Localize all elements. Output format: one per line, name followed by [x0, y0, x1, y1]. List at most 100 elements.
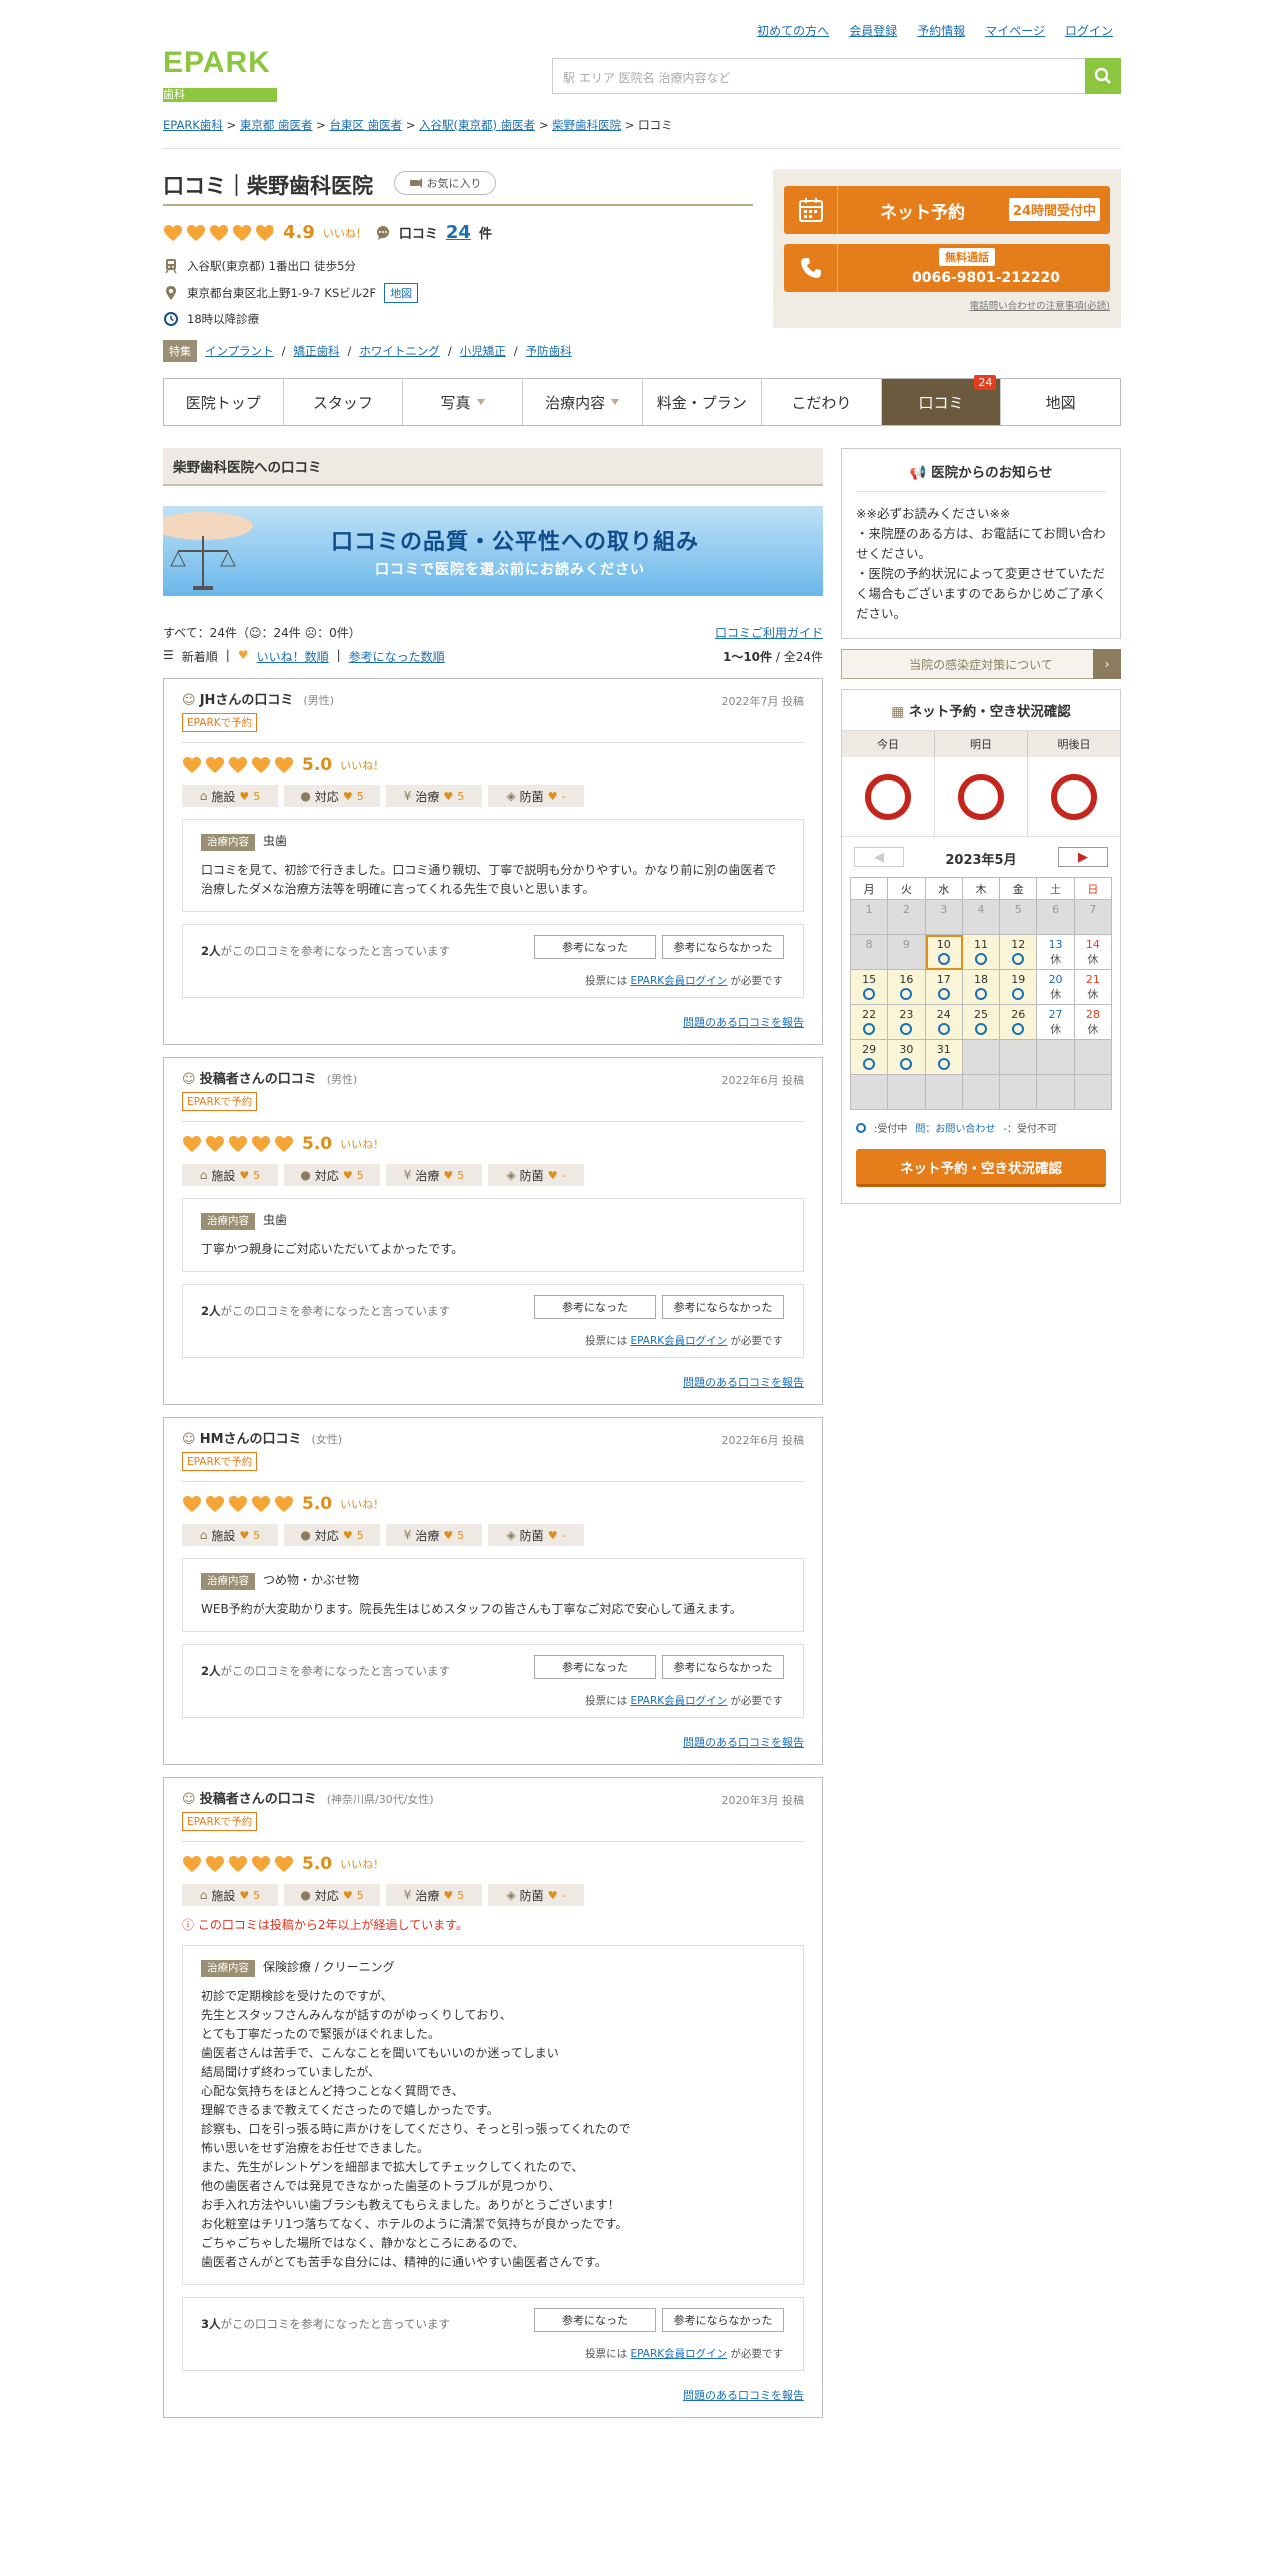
tab-map[interactable]: 地図 — [1001, 379, 1120, 425]
breadcrumb-link[interactable]: 入谷駅(東京都) 歯医者 — [419, 118, 535, 132]
calendar-day[interactable]: 10 — [925, 935, 963, 970]
sub-rating: ⌂ 施設 ♥ 5 — [182, 1164, 278, 1186]
favorite-button[interactable]: お気に入り — [394, 171, 496, 195]
sort-newest[interactable]: 新着順 — [182, 648, 218, 665]
calendar-day[interactable]: 22 — [851, 1005, 889, 1040]
tab-treatment[interactable]: 治療内容 — [523, 379, 643, 425]
sub-rating: ¥ 治療 ♥ 5 — [386, 785, 482, 807]
calendar-day[interactable]: 12 — [1000, 935, 1038, 970]
report-link[interactable]: 問題のある口コミを報告 — [182, 1374, 804, 1390]
day-status: 休 — [1050, 1023, 1062, 1036]
review-count-link[interactable]: 24 — [446, 222, 471, 243]
helpful-yes-button[interactable]: 参考になった — [534, 2308, 656, 2332]
login-link[interactable]: EPARK会員ログイン — [630, 2348, 727, 2360]
day-status: 休 — [1087, 953, 1099, 966]
tab-commitment[interactable]: こだわり — [762, 379, 882, 425]
search-input[interactable]: 駅 エリア 医院名 治療内容など — [552, 58, 1121, 94]
calendar-day[interactable]: 11 — [962, 935, 1001, 970]
search-button[interactable] — [1085, 58, 1121, 94]
feature-link[interactable]: 予防歯科 — [526, 343, 572, 359]
sub-rating-label: 治療 — [415, 1528, 440, 1543]
epark-logo[interactable]: EPARK 歯科 — [163, 48, 277, 102]
sub-rating: ● 対応 ♥ 5 — [284, 785, 380, 807]
tab-staff[interactable]: スタッフ — [284, 379, 404, 425]
helpful-no-button[interactable]: 参考にならなかった — [662, 1655, 784, 1679]
tab-pricing[interactable]: 料金・プラン — [643, 379, 763, 425]
review-card: ☺ JHさんの口コミ (男性) 2022年7月 投稿 EPARKで予約 5.0 いいね！ ⌂… — [163, 678, 823, 1045]
phone-button[interactable]: 無料通話 0066-9801-212220 — [784, 244, 1110, 292]
login-link[interactable]: EPARK会員ログイン — [630, 1335, 727, 1347]
day-number: 5 — [1014, 903, 1022, 916]
avail-tomorrow[interactable] — [935, 757, 1028, 836]
caret-down-icon — [476, 399, 485, 405]
breadcrumb-link[interactable]: 東京都 歯医者 — [240, 118, 313, 132]
report-link[interactable]: 問題のある口コミを報告 — [182, 2387, 804, 2403]
link-reservations[interactable]: 予約情報 — [917, 22, 965, 39]
calendar-day[interactable]: 15 — [851, 970, 889, 1005]
calendar-day[interactable]: 17 — [925, 970, 963, 1005]
calendar-day: 5 — [1000, 900, 1038, 935]
map-button[interactable]: 地図 — [384, 283, 419, 303]
breadcrumb-link[interactable]: 台東区 歯医者 — [329, 118, 402, 132]
calendar-day — [962, 1075, 1001, 1110]
feature-link[interactable]: 矯正歯科 — [294, 343, 340, 359]
link-first-time[interactable]: 初めての方へ — [757, 22, 829, 39]
feature-link[interactable]: 小児矯正 — [460, 343, 506, 359]
helpful-no-button[interactable]: 参考にならなかった — [662, 1295, 784, 1319]
calendar-day[interactable]: 26 — [1000, 1005, 1038, 1040]
calendar-day[interactable]: 23 — [888, 1005, 926, 1040]
sort-helpful[interactable]: 参考になった数順 — [349, 648, 445, 665]
avail-today[interactable] — [842, 757, 935, 836]
heart-icon — [206, 1496, 224, 1512]
review-rating: 5.0 いいね！ — [182, 1134, 804, 1154]
day-number: 6 — [1052, 903, 1060, 916]
feature-tags: 特集 インプラント / 矯正歯科 / ホワイトニング / 小児矯正 / 予防歯科 — [163, 340, 572, 362]
report-link[interactable]: 問題のある口コミを報告 — [182, 1734, 804, 1750]
report-link[interactable]: 問題のある口コミを報告 — [182, 1014, 804, 1030]
sub-rating: ¥ 治療 ♥ 5 — [386, 1524, 482, 1546]
net-booking-button[interactable]: ネット予約 24時間受付中 — [784, 186, 1110, 234]
breadcrumb-link[interactable]: 柴野歯科医院 — [552, 118, 621, 132]
link-register[interactable]: 会員登録 — [849, 22, 897, 39]
tab-top[interactable]: 医院トップ — [164, 379, 284, 425]
calendar-day[interactable]: 24 — [925, 1005, 963, 1040]
calendar-day[interactable]: 16 — [888, 970, 926, 1005]
calendar-day[interactable]: 25 — [962, 1005, 1001, 1040]
calendar-day[interactable]: 19 — [1000, 970, 1038, 1005]
day-number: 7 — [1089, 903, 1097, 916]
feature-link[interactable]: ホワイトニング — [359, 343, 440, 359]
calendar-booking-button[interactable]: ネット予約・空き状況確認 — [856, 1149, 1106, 1187]
login-link[interactable]: EPARK会員ログイン — [630, 1695, 727, 1707]
sort-likes[interactable]: いいね！数順 — [257, 648, 329, 665]
calendar-day[interactable]: 30 — [888, 1040, 926, 1075]
helpful-yes-button[interactable]: 参考になった — [534, 1295, 656, 1319]
sub-rating-label: 対応 — [314, 1528, 339, 1543]
phone-note-link[interactable]: 電話問い合わせの注意事項(必読) — [784, 298, 1110, 312]
quality-banner[interactable]: 口コミの品質・公平性への取り組み 口コミで医院を選ぶ前にお読みください — [163, 506, 823, 596]
helpful-yes-button[interactable]: 参考になった — [534, 935, 656, 959]
review-guide-link[interactable]: 口コミご利用ガイド — [715, 624, 823, 641]
link-mypage[interactable]: マイページ — [985, 22, 1045, 39]
infection-control-link[interactable]: 当院の感染症対策について › — [841, 649, 1121, 679]
feature-link[interactable]: インプラント — [205, 343, 274, 359]
calendar-day — [1000, 1075, 1038, 1110]
calendar-day[interactable]: 29 — [851, 1040, 889, 1075]
heart-small-icon: ♥ — [342, 1528, 353, 1542]
next-month-button[interactable]: ▶ — [1058, 847, 1108, 867]
sub-rating: ● 対応 ♥ 5 — [284, 1164, 380, 1186]
helpful-yes-button[interactable]: 参考になった — [534, 1655, 656, 1679]
available-mark-icon — [1012, 988, 1025, 1000]
calendar-day[interactable]: 31 — [925, 1040, 963, 1075]
heart-icon — [229, 1136, 247, 1152]
avail-after[interactable] — [1028, 757, 1120, 836]
helpful-no-button[interactable]: 参考にならなかった — [662, 935, 784, 959]
calendar-day[interactable]: 18 — [962, 970, 1001, 1005]
tab-reviews[interactable]: 口コミ 24 — [881, 375, 1002, 425]
login-link[interactable]: EPARK会員ログイン — [630, 975, 727, 987]
available-mark-icon — [900, 1023, 913, 1035]
breadcrumb-link[interactable]: EPARK歯科 — [163, 118, 223, 132]
tab-photos[interactable]: 写真 — [403, 379, 523, 425]
calendar-day — [1074, 1075, 1112, 1110]
link-login[interactable]: ログイン — [1065, 22, 1113, 39]
helpful-no-button[interactable]: 参考にならなかった — [662, 2308, 784, 2332]
